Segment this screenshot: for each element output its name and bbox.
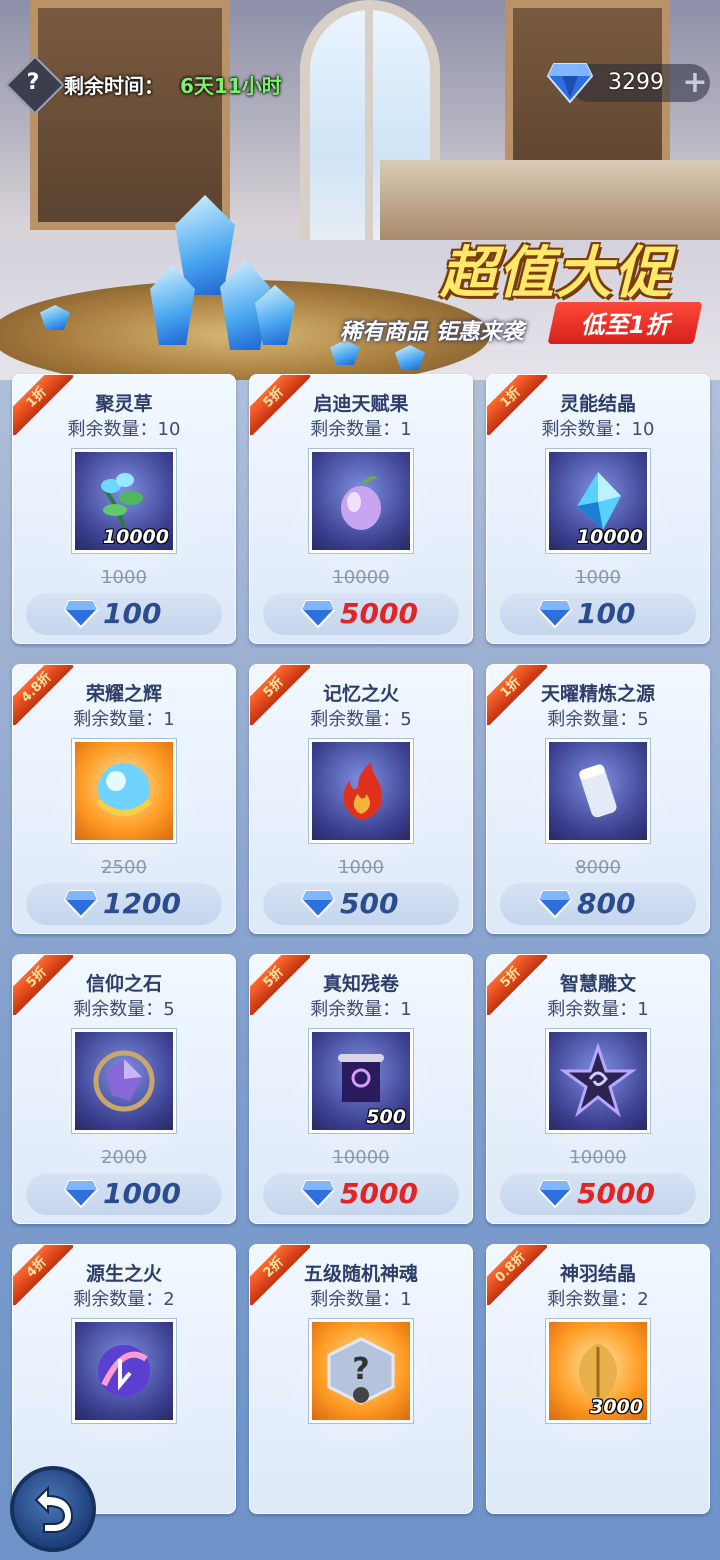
sale-price[interactable]: 5000 (340, 597, 430, 630)
stone-icon (75, 1032, 173, 1130)
diamond-icon (63, 890, 99, 919)
diamond-icon (546, 63, 594, 104)
item-icon-frame[interactable] (72, 1029, 176, 1133)
original-price: 1000 (575, 567, 621, 588)
original-price: 1000 (338, 857, 384, 878)
rune-fire-icon (75, 1322, 173, 1420)
shop-item-card[interactable]: 5折 智慧雕文 剩余数量：1 10000 5000 (486, 954, 710, 1224)
diamond-icon (300, 1180, 336, 1209)
sale-price[interactable]: 100 (103, 597, 193, 630)
diamond-icon (537, 1180, 573, 1209)
item-name: 灵能结晶 (559, 393, 636, 415)
item-name: 神羽结晶 (559, 1263, 636, 1285)
item-quantity: 10000 (576, 526, 643, 548)
item-quantity: 10000 (102, 526, 169, 548)
svg-text:?: ? (352, 1352, 369, 1387)
promo-subtitle: 稀有商品 钜惠来袭 (340, 320, 524, 345)
item-stock: 剩余数量：2 (547, 1289, 649, 1310)
item-stock: 剩余数量：5 (310, 709, 412, 730)
item-stock: 剩余数量：1 (310, 999, 412, 1020)
sale-price[interactable]: 5000 (340, 1177, 430, 1210)
diamond-icon (537, 600, 573, 629)
shop-item-card[interactable]: 4.8折 荣耀之辉 剩余数量：1 2500 1200 (12, 664, 236, 934)
diamond-icon (63, 600, 99, 629)
item-icon-frame[interactable] (309, 449, 413, 553)
shop-item-card[interactable]: 0.8折 神羽结晶 剩余数量：2 3000 (486, 1244, 710, 1514)
sale-price[interactable]: 800 (577, 887, 667, 920)
item-icon-frame[interactable] (546, 739, 650, 843)
item-name: 智慧雕文 (559, 973, 636, 995)
item-stock: 剩余数量：1 (310, 419, 412, 440)
promo-badge-text: 低至1折 (580, 311, 670, 339)
time-remaining-value: 6天11小时 (180, 74, 282, 98)
item-stock: 剩余数量：1 (73, 709, 175, 730)
item-name: 真知残卷 (322, 973, 399, 995)
item-stock: 剩余数量：5 (73, 999, 175, 1020)
flame-icon (312, 742, 410, 840)
diamond-icon (300, 890, 336, 919)
item-icon-frame[interactable]: 10000 (546, 449, 650, 553)
shop-item-card[interactable]: 5折 启迪天赋果 剩余数量：1 10000 5000 (249, 374, 473, 644)
item-name: 启迪天赋果 (313, 393, 409, 415)
time-remaining-label: 剩余时间： (64, 74, 164, 98)
sale-price[interactable]: 1000 (103, 1177, 193, 1210)
shop-item-card[interactable]: 2折 五级随机神魂 剩余数量：1? (249, 1244, 473, 1514)
promo-title: 超值大促 (440, 241, 672, 306)
item-stock: 剩余数量：10 (67, 419, 181, 440)
item-stock: 剩余数量：2 (73, 1289, 175, 1310)
glyph-icon (549, 1032, 647, 1130)
item-icon-frame[interactable] (72, 1319, 176, 1423)
shop-item-card[interactable]: 5折 记忆之火 剩余数量：5 1000 500 (249, 664, 473, 934)
currency-amount: 3299 (608, 70, 664, 95)
item-stock: 剩余数量：5 (547, 709, 649, 730)
item-icon-frame[interactable] (309, 739, 413, 843)
background-door-left (30, 0, 230, 230)
diamond-icon (63, 1180, 99, 1209)
item-icon-frame[interactable]: 3000 (546, 1319, 650, 1423)
shop-item-card[interactable]: 5折 真知残卷 剩余数量：1 500 10000 5000 (249, 954, 473, 1224)
original-price: 1000 (101, 567, 147, 588)
item-icon-frame[interactable] (72, 739, 176, 843)
original-price: 10000 (569, 1147, 627, 1168)
item-name: 天曜精炼之源 (540, 683, 655, 705)
sale-price[interactable]: 5000 (577, 1177, 667, 1210)
random-soul-icon: ? (312, 1322, 410, 1420)
original-price: 2000 (101, 1147, 147, 1168)
item-name: 源生之火 (85, 1263, 162, 1285)
fruit-icon (312, 452, 410, 550)
item-quantity: 3000 (590, 1396, 643, 1418)
add-currency-button[interactable]: + (680, 68, 710, 98)
item-quantity: 500 (366, 1106, 406, 1128)
shop-item-card[interactable]: 1折 天曜精炼之源 剩余数量：5 8000 800 (486, 664, 710, 934)
item-stock: 剩余数量：1 (547, 999, 649, 1020)
orb-icon (75, 742, 173, 840)
item-icon-frame[interactable]: 500 (309, 1029, 413, 1133)
item-name: 记忆之火 (322, 683, 399, 705)
shop-item-card[interactable]: 5折 信仰之石 剩余数量：5 2000 1000 (12, 954, 236, 1224)
original-price: 10000 (332, 567, 390, 588)
diamond-icon (537, 890, 573, 919)
item-name: 信仰之石 (85, 973, 162, 995)
item-icon-frame[interactable]: ? (309, 1319, 413, 1423)
sale-price[interactable]: 100 (577, 597, 667, 630)
diamond-icon (300, 600, 336, 629)
cylinder-icon (549, 742, 647, 840)
shop-item-card[interactable]: 1折 灵能结晶 剩余数量：10 10000 1000 100 (486, 374, 710, 644)
item-name: 五级随机神魂 (303, 1263, 418, 1285)
original-price: 2500 (101, 857, 147, 878)
back-arrow-icon (34, 1485, 74, 1533)
sale-price[interactable]: 1200 (103, 887, 193, 920)
item-name: 聚灵草 (95, 393, 153, 415)
sale-price[interactable]: 500 (340, 887, 430, 920)
shop-item-card[interactable]: 1折 聚灵草 剩余数量：10 10000 1000 100 (12, 374, 236, 644)
item-icon-frame[interactable]: 10000 (72, 449, 176, 553)
item-stock: 剩余数量：10 (541, 419, 655, 440)
help-icon[interactable]: ? (14, 64, 52, 102)
original-price: 8000 (575, 857, 621, 878)
original-price: 10000 (332, 1147, 390, 1168)
item-name: 荣耀之辉 (85, 683, 162, 705)
back-button[interactable] (10, 1466, 96, 1552)
item-stock: 剩余数量：1 (310, 1289, 412, 1310)
item-icon-frame[interactable] (546, 1029, 650, 1133)
